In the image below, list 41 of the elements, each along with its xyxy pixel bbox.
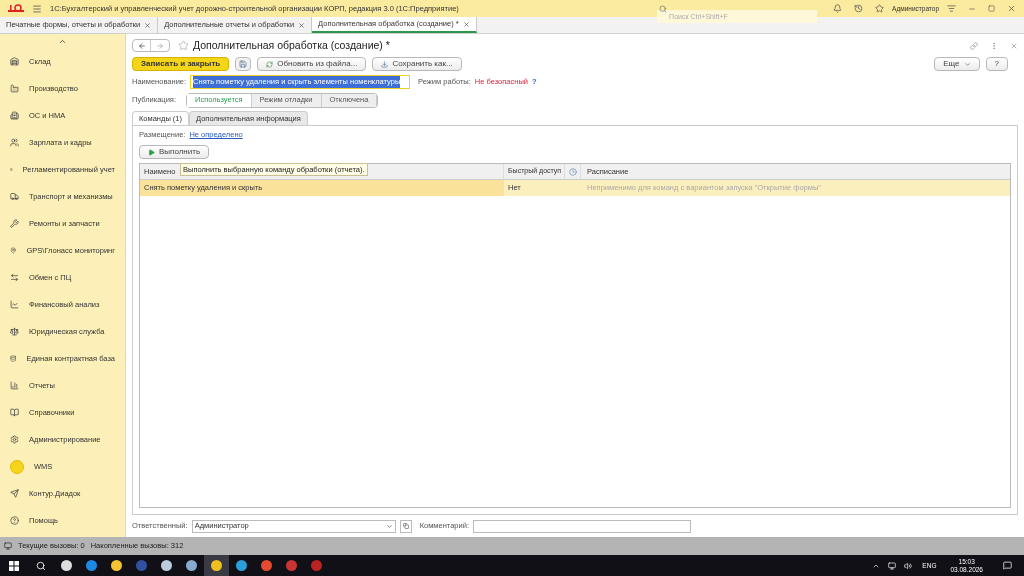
app-logo-icon bbox=[8, 4, 24, 13]
notifications-icon[interactable] bbox=[1003, 561, 1012, 570]
copy-icon bbox=[402, 523, 409, 529]
save-as-button[interactable]: Сохранить как... bbox=[372, 57, 462, 71]
star-icon[interactable] bbox=[178, 40, 189, 51]
menu-icon[interactable] bbox=[32, 3, 42, 14]
save-button[interactable] bbox=[235, 57, 252, 71]
arrow-right-icon bbox=[156, 41, 164, 50]
refresh-from-file-button[interactable]: Обновить из файла... bbox=[257, 57, 367, 71]
link-icon[interactable] bbox=[970, 41, 978, 50]
history-icon[interactable] bbox=[854, 4, 864, 13]
network-icon[interactable] bbox=[888, 561, 897, 570]
comment-field[interactable] bbox=[473, 519, 691, 533]
volume-icon[interactable] bbox=[904, 561, 913, 570]
star-icon[interactable] bbox=[875, 4, 885, 13]
close-icon[interactable] bbox=[1010, 41, 1018, 50]
search-icon bbox=[659, 4, 668, 13]
download-icon bbox=[381, 60, 389, 68]
arrow-left-icon bbox=[137, 41, 146, 50]
restore-icon[interactable] bbox=[988, 5, 995, 12]
bell-icon[interactable] bbox=[833, 4, 843, 13]
close-tab-icon[interactable] bbox=[144, 21, 152, 29]
play-icon bbox=[148, 148, 155, 156]
search-icon[interactable] bbox=[36, 560, 46, 571]
caret-icon bbox=[963, 60, 971, 68]
save-and-close-button[interactable]: Записать и закрыть bbox=[132, 57, 230, 71]
run-button[interactable]: Выполнить bbox=[139, 145, 210, 159]
close-tab-icon[interactable] bbox=[298, 21, 306, 29]
settings-menu-icon[interactable] bbox=[947, 4, 956, 13]
open-button[interactable] bbox=[399, 519, 412, 533]
dropdown-icon[interactable] bbox=[385, 522, 393, 530]
help-button[interactable]: ? bbox=[985, 57, 1008, 71]
form-title: Дополнительная обработка (создание) * bbox=[193, 37, 390, 53]
taskbar-app-icon[interactable] bbox=[204, 555, 229, 576]
calls-icon bbox=[4, 542, 12, 550]
refresh-icon bbox=[266, 60, 274, 68]
close-icon[interactable] bbox=[1007, 4, 1016, 13]
close-tab-icon[interactable] bbox=[462, 20, 470, 28]
clock-icon bbox=[568, 167, 577, 176]
more-button[interactable]: Еще bbox=[934, 57, 980, 71]
more-icon[interactable] bbox=[990, 41, 998, 50]
